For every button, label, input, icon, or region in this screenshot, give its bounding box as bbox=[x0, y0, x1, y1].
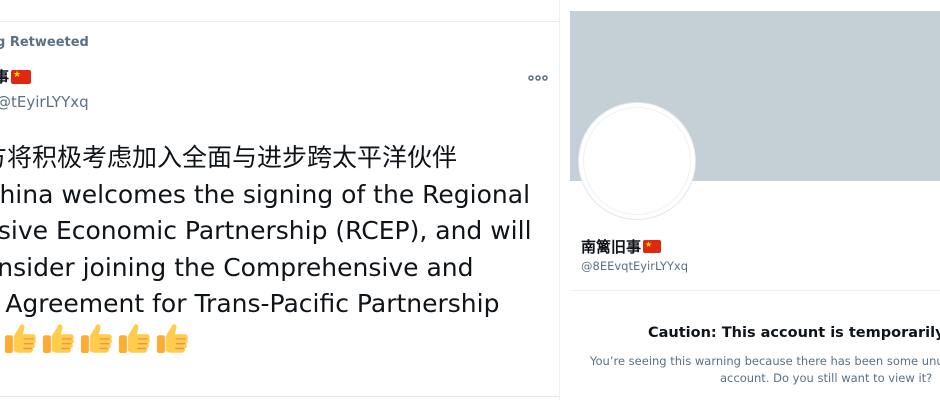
tweet-text-line: 方将积极考虑加入全面与进步跨太平洋伙伴 bbox=[0, 143, 458, 172]
emoji-row bbox=[3, 322, 190, 356]
author-name[interactable]: 事 bbox=[0, 66, 9, 87]
divider bbox=[570, 290, 940, 291]
china-flag-icon: ★ bbox=[643, 240, 662, 253]
thumbs-up-icon bbox=[80, 324, 112, 354]
caution-title: Caution: This account is temporarily re bbox=[648, 325, 940, 341]
caution-message-line: You’re seeing this warning because there… bbox=[590, 354, 940, 368]
tweet-card[interactable]: g Retweeted 事 ★ @tEyirLYYxq 方将积极考虑加入全面与进… bbox=[0, 0, 560, 400]
thumbs-up-icon bbox=[4, 324, 36, 354]
more-horizontal-icon bbox=[528, 75, 548, 81]
caution-message: You’re seeing this warning because there… bbox=[590, 353, 940, 387]
caution-message-line: account. Do you still want to view it? bbox=[720, 371, 933, 385]
retweet-label: g Retweeted bbox=[0, 35, 89, 50]
tweet-text: 方将积极考虑加入全面与进步跨太平洋伙伴 China welcomes the s… bbox=[0, 140, 552, 323]
screenshot-stage: g Retweeted 事 ★ @tEyirLYYxq 方将积极考虑加入全面与进… bbox=[0, 0, 940, 400]
thumbs-up-icon bbox=[156, 324, 188, 354]
divider bbox=[0, 21, 560, 22]
avatar[interactable] bbox=[578, 102, 696, 220]
profile-handle: @8EEvqtEyirLYYxq bbox=[581, 259, 688, 273]
thumbs-up-icon bbox=[42, 324, 74, 354]
avatar-image bbox=[583, 107, 691, 215]
tweet-text-line: China welcomes the signing of the Region… bbox=[0, 179, 531, 209]
author-name-row[interactable]: 事 ★ bbox=[0, 66, 32, 87]
tweet-text-line: onsider joining the Comprehensive and bbox=[0, 252, 474, 282]
china-flag-icon: ★ bbox=[11, 69, 32, 84]
profile-name: 南篱旧事 bbox=[581, 238, 642, 256]
divider bbox=[0, 396, 560, 397]
tweet-text-line: e Agreement for Trans-Pacific Partnershi… bbox=[0, 289, 500, 318]
more-options-button[interactable] bbox=[524, 67, 552, 89]
author-handle[interactable]: @tEyirLYYxq bbox=[0, 93, 89, 111]
profile-card: 南篱旧事 ★ @8EEvqtEyirLYYxq Caution: This ac… bbox=[568, 0, 940, 400]
profile-name-row: 南篱旧事 ★ bbox=[581, 236, 662, 257]
divider bbox=[559, 0, 560, 400]
thumbs-up-icon bbox=[118, 324, 150, 354]
tweet-text-line: nsive Economic Partnership (RCEP), and w… bbox=[0, 216, 532, 245]
